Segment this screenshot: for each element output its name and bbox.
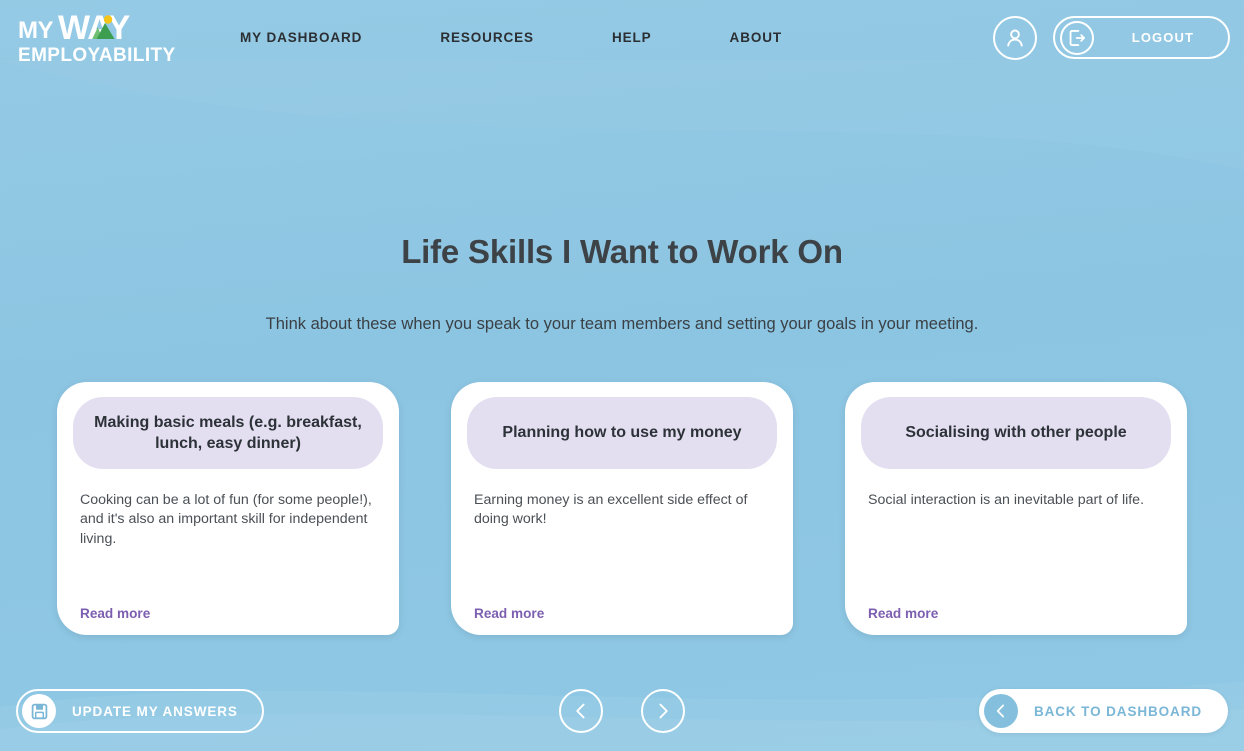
card-title: Making basic meals (e.g. breakfast, lunc… [94, 413, 362, 452]
back-to-dashboard-button[interactable]: BACK TO DASHBOARD [978, 689, 1228, 733]
header-actions: LOGOUT [992, 15, 1230, 60]
save-floppy-icon [22, 694, 56, 728]
card-description: Cooking can be a lot of fun (for some pe… [80, 492, 372, 547]
next-page-button[interactable] [641, 689, 685, 733]
logout-label: LOGOUT [1131, 30, 1194, 45]
logout-icon [1059, 20, 1094, 55]
bottom-action-bar: UPDATE MY ANSWERS BACK TO DASHBOARD [0, 688, 1244, 734]
card-description: Social interaction is an inevitable part… [868, 492, 1145, 508]
nav-item-my-dashboard[interactable]: MY DASHBOARD [240, 30, 362, 45]
read-more-link[interactable]: Read more [467, 606, 544, 635]
card-title: Socialising with other people [905, 424, 1127, 442]
chevron-left-icon [576, 703, 585, 719]
update-my-answers-label: UPDATE MY ANSWERS [72, 703, 238, 719]
logo-secondary-line: EMPLOYABILITY [18, 45, 176, 67]
life-skill-card[interactable]: Making basic meals (e.g. breakfast, lunc… [57, 382, 399, 635]
update-my-answers-button[interactable]: UPDATE MY ANSWERS [16, 689, 264, 733]
card-title: Planning how to use my money [502, 424, 742, 442]
card-description: Earning money is an excellent side effec… [474, 492, 748, 528]
chevron-left-icon [983, 694, 1018, 728]
user-icon [1007, 29, 1023, 47]
main-content: Life Skills I Want to Work On Think abou… [0, 75, 1244, 635]
mountain-sun-icon [92, 15, 115, 40]
life-skill-card[interactable]: Socialising with other people Social int… [845, 382, 1187, 635]
life-skills-card-list: Making basic meals (e.g. breakfast, lunc… [0, 334, 1244, 635]
logo-primary-line: MY WAY [18, 11, 170, 45]
previous-page-button[interactable] [559, 689, 603, 733]
card-header: Planning how to use my money [467, 397, 777, 469]
nav-item-resources[interactable]: RESOURCES [440, 30, 534, 45]
back-to-dashboard-label: BACK TO DASHBOARD [1033, 703, 1202, 719]
card-header: Socialising with other people [861, 397, 1171, 469]
logo-way-text: WAY [58, 9, 130, 48]
chevron-right-icon [659, 703, 668, 719]
logo-my-text: MY [18, 17, 54, 45]
page-subtitle: Think about these when you speak to your… [265, 315, 979, 333]
card-header: Making basic meals (e.g. breakfast, lunc… [73, 397, 383, 469]
page-title: Life Skills I Want to Work On [401, 233, 843, 270]
read-more-link[interactable]: Read more [73, 606, 150, 635]
site-logo[interactable]: MY WAY EMPLOYABILITY [18, 11, 176, 67]
logout-button[interactable]: LOGOUT [1052, 16, 1230, 59]
read-more-link[interactable]: Read more [861, 606, 938, 635]
main-navigation: MY DASHBOARD RESOURCES HELP ABOUT [240, 30, 993, 45]
nav-item-about[interactable]: ABOUT [730, 30, 783, 45]
avatar[interactable] [992, 15, 1037, 60]
nav-item-help[interactable]: HELP [612, 30, 652, 45]
life-skill-card[interactable]: Planning how to use my money Earning mon… [451, 382, 793, 635]
site-header: MY WAY EMPLOYABILITY MY DASHBOARD RESOUR… [0, 0, 1244, 75]
